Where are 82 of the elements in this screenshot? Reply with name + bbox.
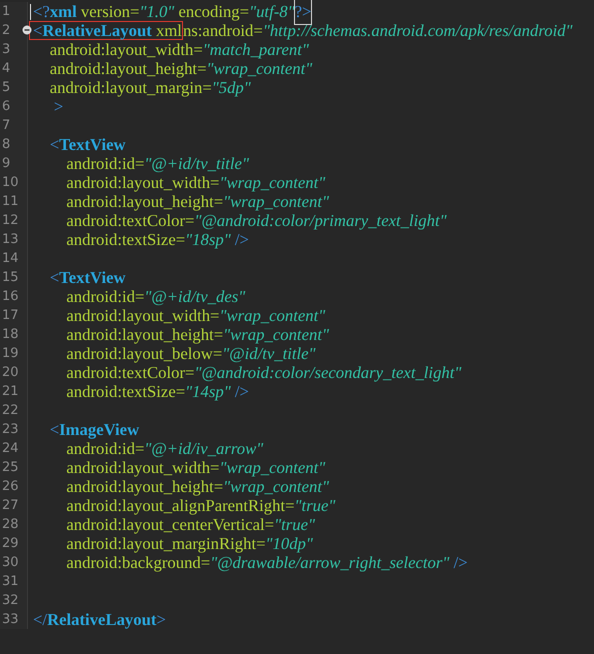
code-value: "wrap_content" — [219, 172, 326, 194]
code-attribute: android:layout_marginRight= — [65, 534, 266, 555]
code-attribute: android:layout_width= — [65, 172, 220, 194]
line-number: 24 — [1, 440, 19, 458]
code-value: "wrap_content" — [223, 192, 329, 213]
line-number: 23 — [1, 420, 19, 439]
code-value: "wrap_content" — [206, 58, 312, 80]
code-punctuation: /> — [234, 382, 249, 403]
code-value: "true" — [274, 514, 316, 536]
line-number: 4 — [1, 60, 10, 78]
code-value: "wrap_content" — [219, 458, 326, 479]
line-number: 27 — [1, 496, 19, 515]
code-punctuation: < — [48, 134, 60, 156]
line-number: 16 — [1, 288, 19, 306]
code-value: "wrap_content" — [219, 306, 326, 327]
code-attribute: android:layout_below= — [65, 344, 222, 365]
code-attribute: android:background= — [65, 552, 210, 574]
line-number: 18 — [1, 326, 19, 344]
line-number: 33 — [1, 610, 19, 629]
code-attribute: android:layout_margin= — [48, 78, 212, 99]
line-number: 10 — [1, 174, 19, 192]
code-punctuation: /> — [234, 230, 249, 251]
code-value: "wrap_content" — [223, 476, 329, 498]
code-attribute: android:layout_height= — [65, 192, 224, 213]
line-number: 28 — [1, 516, 19, 534]
code-value: "@+id/tv_des" — [144, 286, 246, 308]
line-number: 8 — [1, 136, 10, 154]
line-number: 9 — [1, 154, 10, 173]
code-attribute: ns:android= — [182, 20, 263, 42]
code-value: "wrap_content" — [223, 324, 329, 346]
code-value: "@drawable/arrow_right_selector" — [210, 552, 450, 574]
code-tag: RelativeLayout — [47, 606, 156, 632]
code-attribute: android:layout_width= — [65, 458, 220, 479]
code-attribute: android:layout_height= — [65, 476, 224, 498]
code-punctuation: </ — [33, 608, 48, 631]
code-punctuation: < — [48, 266, 60, 289]
line-number: 26 — [1, 478, 19, 496]
code-value: "match_parent" — [202, 40, 309, 61]
code-value: "5dp" — [212, 78, 251, 99]
line-number: 30 — [1, 554, 19, 572]
line-number: 20 — [1, 364, 19, 382]
code-attribute: android:layout_height= — [48, 58, 206, 80]
line-number: 21 — [1, 382, 19, 401]
line-number: 3 — [1, 40, 10, 59]
code-attribute: xml — [154, 20, 182, 42]
line-number: 1 — [1, 2, 10, 21]
line-number: 15 — [1, 268, 19, 287]
code-value: "10dp" — [266, 534, 313, 555]
line-number: 11 — [1, 192, 19, 211]
line-number: 12 — [1, 212, 19, 230]
code-value: "@android:color/secondary_text_light" — [194, 362, 462, 384]
line-number: 5 — [1, 78, 10, 97]
code-value: "@android:color/primary_text_light" — [194, 210, 447, 232]
fold-icon[interactable] — [22, 25, 32, 35]
line-number: 29 — [1, 534, 19, 553]
code-value: "@+id/iv_arrow" — [144, 438, 264, 460]
line-number: 2 — [1, 22, 10, 40]
line-number: 17 — [1, 306, 19, 325]
code-punctuation: > — [156, 608, 166, 631]
line-number: 22 — [1, 402, 19, 420]
line-number: 25 — [1, 458, 19, 477]
line-number: 19 — [1, 344, 19, 363]
code-value: "true" — [294, 496, 336, 517]
line-number: 7 — [1, 116, 10, 135]
code-value: "@+id/tv_title" — [144, 152, 249, 175]
code-punctuation: < — [48, 418, 60, 441]
code-attribute: android:layout_height= — [65, 324, 224, 346]
code-attribute: android:layout_alignParentRight= — [65, 496, 295, 517]
code-value: "18sp" — [185, 230, 231, 251]
line-number: 32 — [1, 592, 19, 610]
line-number: 31 — [1, 572, 19, 591]
code-punctuation: /> — [452, 552, 468, 574]
code-value: "14sp" — [185, 382, 231, 403]
code-attribute: encoding= — [177, 0, 250, 23]
code-attribute: android:layout_width= — [65, 306, 220, 327]
code-attribute: android:layout_centerVertical= — [65, 514, 274, 536]
code-value: "@id/tv_title" — [222, 344, 316, 365]
code-value: "utf-8" — [249, 0, 295, 23]
line-number: 13 — [1, 230, 19, 249]
code-punctuation: > — [54, 96, 64, 118]
line-number: 6 — [1, 98, 10, 116]
line-number: 14 — [1, 250, 19, 268]
